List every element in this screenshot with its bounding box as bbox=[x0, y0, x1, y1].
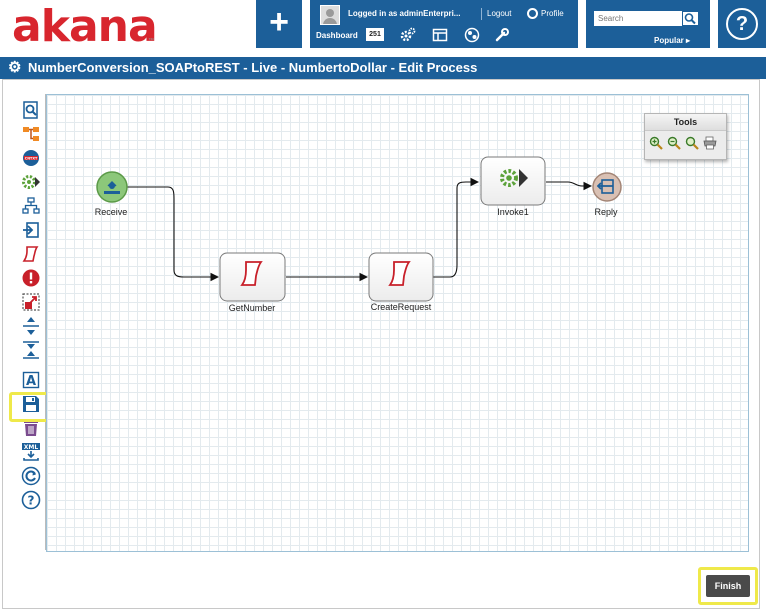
finish-highlight: Finish bbox=[698, 567, 758, 605]
zoom-in-icon[interactable] bbox=[649, 136, 663, 150]
connector-createrequest-invoke1 bbox=[433, 177, 480, 278]
tools-panel: Tools bbox=[644, 113, 727, 160]
print-icon[interactable] bbox=[703, 136, 717, 150]
zoom-out-icon[interactable] bbox=[667, 136, 681, 150]
createrequest-label: CreateRequest bbox=[370, 302, 432, 312]
invoke1-label: Invoke1 bbox=[497, 207, 529, 217]
createrequest-node[interactable] bbox=[368, 252, 434, 302]
invoke1-node[interactable] bbox=[480, 156, 546, 206]
receive-node[interactable] bbox=[96, 171, 128, 203]
connector-invoke1-reply bbox=[546, 181, 593, 191]
zoom-reset-icon[interactable] bbox=[685, 136, 699, 150]
reply-label: Reply bbox=[594, 207, 618, 217]
tools-title: Tools bbox=[645, 114, 726, 131]
connector-receive-getnumber bbox=[127, 186, 220, 282]
finish-button[interactable]: Finish bbox=[706, 575, 750, 597]
getnumber-label: GetNumber bbox=[228, 303, 276, 313]
getnumber-node[interactable] bbox=[219, 252, 286, 302]
receive-label: Receive bbox=[94, 207, 128, 217]
reply-node[interactable] bbox=[592, 172, 622, 202]
